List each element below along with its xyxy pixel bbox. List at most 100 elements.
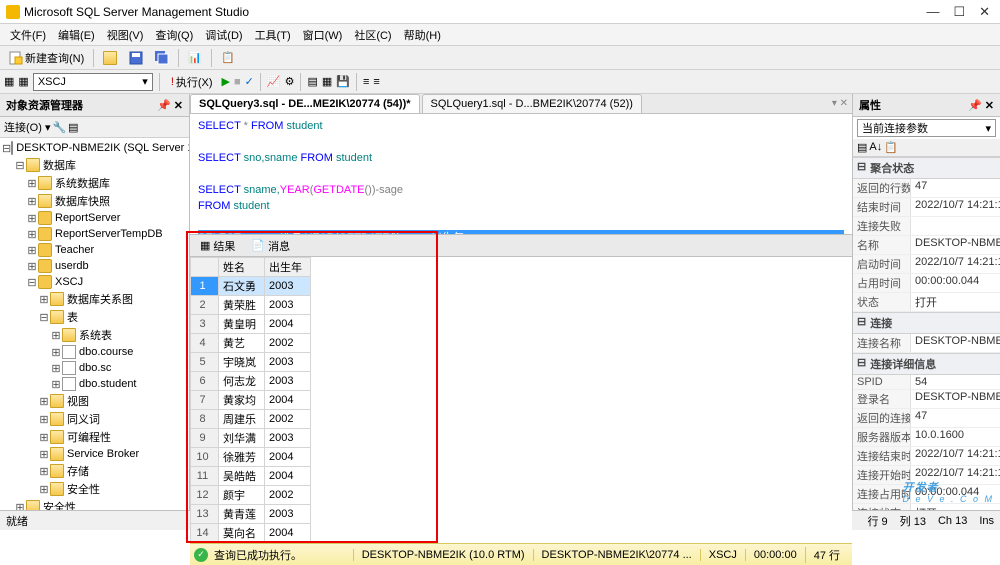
prop-category[interactable]: ⊟连接 [853, 312, 1000, 334]
menu-help[interactable]: 帮助(H) [398, 25, 447, 45]
categorize-icon[interactable]: ▤ [857, 141, 867, 154]
table-row[interactable]: 1石文勇2003 [191, 277, 311, 296]
systables-node[interactable]: 系统表 [79, 327, 112, 343]
table-row[interactable]: 6何志龙2003 [191, 372, 311, 391]
menu-view[interactable]: 视图(V) [101, 25, 150, 45]
prop-row[interactable]: 连接开始时间2022/10/7 14:21:14 [853, 466, 1000, 485]
views-node[interactable]: 视图 [67, 393, 89, 409]
userdb-node[interactable]: userdb [55, 260, 89, 272]
sb-node[interactable]: Service Broker [67, 448, 139, 460]
table-row[interactable]: 2黄荣胜2003 [191, 296, 311, 315]
menu-community[interactable]: 社区(C) [348, 25, 397, 45]
sql-editor[interactable]: SELECT * FROM student SELECT sno,sname F… [190, 114, 852, 234]
connect-dropdown[interactable]: 连接(O) ▾ [4, 119, 50, 135]
prop-row[interactable]: 连接占用时间00:00:00.044 [853, 485, 1000, 504]
properties-grid[interactable]: ⊟聚合状态返回的行数47结束时间2022/10/7 14:21:14连接失败名称… [853, 157, 1000, 510]
properties-combo[interactable]: 当前连接参数 ▾ [857, 119, 996, 137]
menu-file[interactable]: 文件(F) [4, 25, 52, 45]
table-row[interactable]: 3黄皇明2004 [191, 315, 311, 334]
maximize-icon[interactable]: ☐ [953, 4, 965, 20]
prop-row[interactable]: 启动时间2022/10/7 14:21:14 [853, 255, 1000, 274]
table-row[interactable]: 11吴皓皓2004 [191, 467, 311, 486]
menu-tools[interactable]: 工具(T) [249, 25, 297, 45]
secu-node[interactable]: 安全性 [67, 481, 100, 497]
alpha-icon[interactable]: A↓ [869, 141, 882, 154]
minimize-icon[interactable]: — [926, 4, 939, 20]
execute-button[interactable]: ! 执行(X) [166, 71, 218, 93]
table-row[interactable]: 9刘华满2003 [191, 429, 311, 448]
tab-results[interactable]: ▦结果 [194, 236, 241, 256]
xscj-node[interactable]: XSCJ [55, 276, 83, 288]
tab-close-icon[interactable]: ▾ ✕ [828, 94, 852, 113]
sc-node[interactable]: dbo.sc [79, 362, 111, 374]
prop-row[interactable]: 连接状态打开 [853, 504, 1000, 510]
table-row[interactable]: 4黄艺2002 [191, 334, 311, 353]
prop-row[interactable]: 返回的连接行数47 [853, 409, 1000, 428]
prop-row[interactable]: 连接结束时间2022/10/7 14:21:14 [853, 447, 1000, 466]
props-icon[interactable]: 📋 [884, 141, 898, 154]
prop-row[interactable]: 连接名称DESKTOP-NBME2I [853, 334, 1000, 353]
filter-icon[interactable]: ▤ [68, 121, 78, 134]
menu-window[interactable]: 窗口(W) [297, 25, 349, 45]
table-row[interactable]: 12颜宇2002 [191, 486, 311, 505]
menu-edit[interactable]: 编辑(E) [52, 25, 101, 45]
outdent-icon[interactable]: ▦ [18, 75, 28, 88]
teacher-node[interactable]: Teacher [55, 244, 94, 256]
prog-node[interactable]: 可编程性 [67, 429, 111, 445]
menu-query[interactable]: 查询(Q) [149, 25, 199, 45]
panel-pin-icon[interactable]: 📌 ✕ [968, 99, 994, 112]
options-icon[interactable]: ⚙ [285, 75, 295, 88]
prop-row[interactable]: 结束时间2022/10/7 14:21:14 [853, 198, 1000, 217]
panel-pin-icon[interactable]: 📌 ✕ [157, 99, 183, 112]
sysdb-node[interactable]: 系统数据库 [55, 175, 110, 191]
prop-row[interactable]: 服务器版本10.0.1600 [853, 428, 1000, 447]
prop-row[interactable]: 返回的行数47 [853, 179, 1000, 198]
snap-node[interactable]: 数据库快照 [55, 193, 110, 209]
prop-row[interactable]: 占用时间00:00:00.044 [853, 274, 1000, 293]
results-text-icon[interactable]: ▤ [307, 75, 317, 88]
prop-row[interactable]: SPID54 [853, 375, 1000, 390]
parse-icon[interactable]: ✓ [245, 75, 254, 88]
column-header[interactable]: 出生年 [265, 258, 311, 277]
secu2-node[interactable]: 安全性 [43, 499, 76, 510]
prop-category[interactable]: ⊟连接详细信息 [853, 353, 1000, 375]
course-node[interactable]: dbo.course [79, 346, 133, 358]
plan-icon[interactable]: 📈 [267, 75, 281, 88]
stop-icon[interactable]: ■ [234, 76, 241, 88]
prop-category[interactable]: ⊟聚合状态 [853, 157, 1000, 179]
prop-row[interactable]: 名称DESKTOP-NBME2I [853, 236, 1000, 255]
student-node[interactable]: dbo.student [79, 378, 137, 390]
menu-debug[interactable]: 调试(D) [199, 25, 248, 45]
indent-icon[interactable]: ▦ [4, 75, 14, 88]
databases-node[interactable]: 数据库 [43, 157, 76, 173]
prop-row[interactable]: 连接失败 [853, 217, 1000, 236]
table-row[interactable]: 5宇晓岚2003 [191, 353, 311, 372]
tab-sqlquery1[interactable]: SQLQuery1.sql - D...BME2IK\20774 (52)) [422, 94, 642, 113]
table-row[interactable]: 8周建乐2002 [191, 410, 311, 429]
results-grid[interactable]: 姓名出生年1石文勇20032黄荣胜20033黄皇明20044黄艺20025宇晓岚… [190, 257, 852, 543]
tables-node[interactable]: 表 [67, 309, 78, 325]
comment-icon[interactable]: ≡ [363, 76, 369, 88]
table-row[interactable]: 13黄青莲2003 [191, 505, 311, 524]
table-row[interactable]: 7黄家均2004 [191, 391, 311, 410]
results-file-icon[interactable]: 💾 [336, 75, 350, 88]
table-row[interactable]: 14莫向名2004 [191, 524, 311, 543]
tab-sqlquery3[interactable]: SQLQuery3.sql - DE...ME2IK\20774 (54))* [190, 94, 420, 113]
close-icon[interactable]: ✕ [979, 4, 990, 20]
database-combo[interactable]: XSCJ ▾ [33, 73, 153, 91]
rs-node[interactable]: ReportServer [55, 212, 120, 224]
activity-button[interactable]: 📊 [183, 48, 207, 68]
results-grid-icon[interactable]: ▦ [322, 75, 332, 88]
uncomment-icon[interactable]: ≡ [373, 76, 379, 88]
new-query-button[interactable]: 新建查询(N) [4, 47, 89, 69]
rst-node[interactable]: ReportServerTempDB [55, 228, 163, 240]
prop-row[interactable]: 状态打开 [853, 293, 1000, 312]
save-all-button[interactable] [150, 48, 174, 68]
dbdiag-node[interactable]: 数据库关系图 [67, 291, 133, 307]
syn-node[interactable]: 同义词 [67, 411, 100, 427]
storage-node[interactable]: 存储 [67, 463, 89, 479]
column-header[interactable]: 姓名 [219, 258, 265, 277]
refresh-icon[interactable]: 🔧 [52, 121, 66, 134]
open-button[interactable] [98, 48, 122, 68]
save-button[interactable] [124, 48, 148, 68]
